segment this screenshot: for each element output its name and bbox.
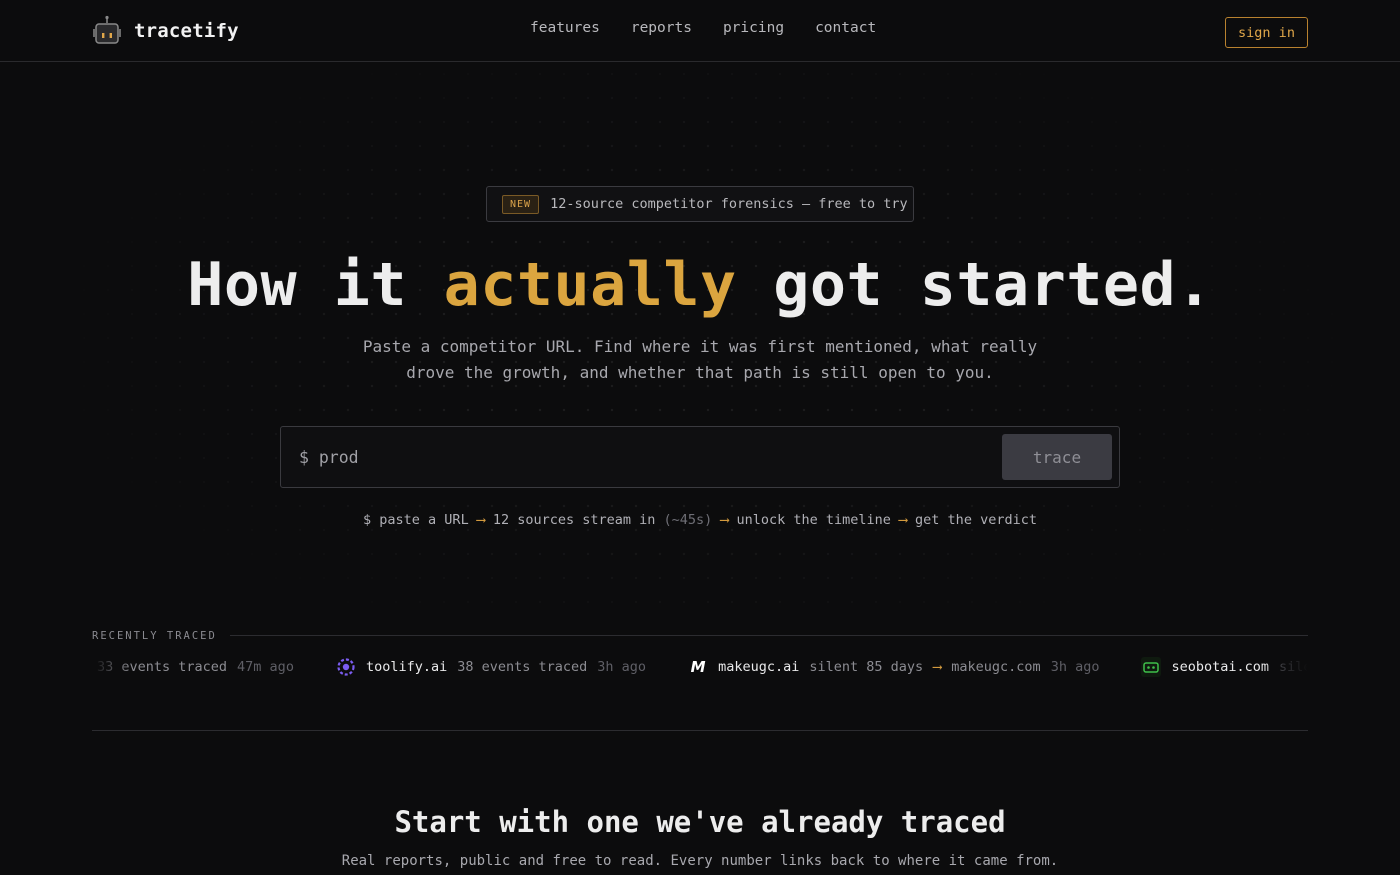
section-divider [92,730,1308,731]
hero-title-accent: actually [443,250,737,320]
nav-links: features reports pricing contact [530,20,876,36]
recent-item-name: makeugc.ai [718,659,800,675]
recent-ticker: 33 events traced 47m ago toolify.ai 38 e… [92,655,1308,681]
arrow-icon: ⟶ [898,512,908,528]
divider [230,635,1308,636]
robot-logo-icon [93,15,121,44]
top-nav: tracetify features reports pricing conta… [0,0,1400,62]
recent-item-time: 3h ago [1050,659,1100,675]
recent-item[interactable]: M makeugc.ai silent 85 days ⟶ makeugc.co… [688,657,1100,677]
recent-item-meta: silent [1279,659,1308,675]
hero-subtitle-line1: Paste a competitor URL. Find where it wa… [362,337,1038,356]
recent-item-name: toolify.ai [365,659,448,675]
recent-item[interactable]: 33 events traced 47m ago [97,659,294,675]
hero-title-pre: How it [187,250,444,320]
trace-button[interactable]: trace [1002,434,1112,480]
nav-link-contact[interactable]: contact [815,20,876,36]
nav-link-pricing[interactable]: pricing [723,20,784,36]
step-3: unlock the timeline [736,512,891,528]
recent-item[interactable]: seobotai.com silent [1141,657,1308,677]
brand[interactable]: tracetify [92,15,239,47]
recently-traced-label: RECENTLY TRACED [92,630,217,642]
section-title: Start with one we've already traced [394,805,1006,839]
hero-title: How it actually got started. [0,250,1400,320]
arrow-icon: ⟶ [720,512,729,528]
url-input[interactable] [299,437,989,477]
badge-text: 12-source competitor forensics — free to… [550,196,908,212]
gear-icon [336,657,356,677]
hero-subtitle: Paste a competitor URL. Find where it wa… [330,334,1070,386]
trace-search-box: trace [280,426,1120,488]
step-4: get the verdict [915,512,1037,528]
recent-item-meta: 38 events traced [457,659,588,675]
announcement-badge[interactable]: NEW 12-source competitor forensics — fre… [486,186,914,222]
nav-link-reports[interactable]: reports [631,20,692,36]
steps-hint: $ paste a URL ⟶ 12 sources stream in (~45s… [0,512,1400,528]
bot-logo-icon [1141,657,1162,677]
recent-item-time: 3h ago [597,659,647,675]
step-2: 12 sources stream in [492,512,656,528]
arrow-icon: ⟶ [476,512,485,528]
step-1: $ paste a URL [363,512,469,528]
recent-item-redirect: makeugc.com [951,659,1041,675]
m-logo-icon: M [690,658,706,676]
hero-title-post: got started. [736,250,1213,320]
hero-subtitle-line2: drove the growth, and whether that path … [406,363,994,382]
sign-in-button[interactable]: sign in [1225,17,1308,48]
step-2-duration: (~45s) [663,512,713,528]
recent-item-meta: silent 85 days [809,659,924,675]
recent-item-name: seobotai.com [1171,659,1270,675]
arrow-icon: ⟶ [933,659,942,675]
recent-item-meta: 33 events traced [97,659,228,675]
new-tag: NEW [502,194,540,214]
recent-item-time: 47m ago [237,659,294,675]
nav-link-features[interactable]: features [530,20,600,36]
brand-name: tracetify [134,20,239,42]
section-subtitle: Real reports, public and free to read. E… [341,853,1059,869]
recent-item[interactable]: toolify.ai 38 events traced 3h ago [336,657,646,677]
